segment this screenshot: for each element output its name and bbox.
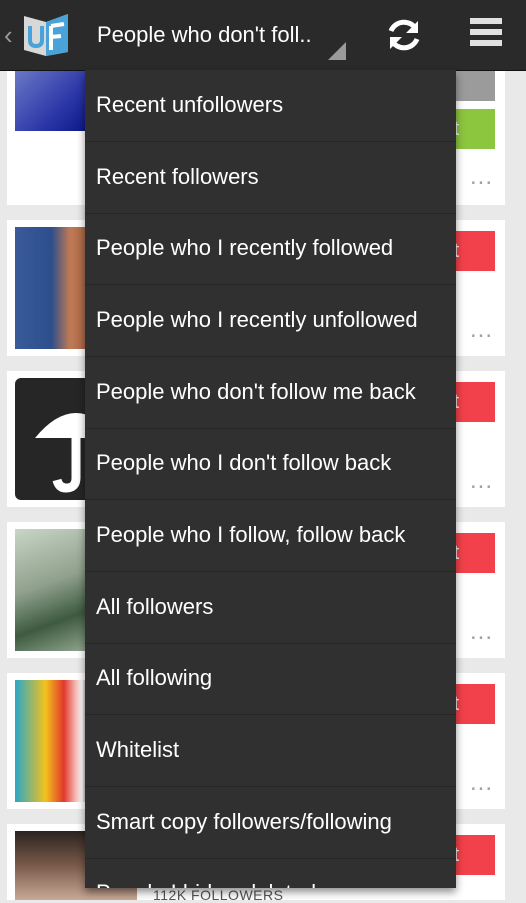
dropdown-item-label: People I hid or deleted [96, 880, 316, 888]
dropdown-item-i-dont-follow-back[interactable]: People who I don't follow back [85, 428, 456, 500]
followers-count: 112K FOLLOWERS [153, 887, 284, 903]
dropdown-item-label: All followers [96, 594, 214, 619]
dropdown-item-label: Whitelist [96, 737, 180, 762]
list-filter-spinner[interactable]: People who don't foll.. [86, 0, 348, 70]
filter-dropdown: Recent unfollowers Recent followers Peop… [85, 70, 456, 888]
more-icon[interactable]: ... [470, 316, 493, 344]
dropdown-item-label: People who I recently unfollowed [96, 307, 418, 332]
dropdown-item-all-followers[interactable]: All followers [85, 572, 456, 644]
dropdown-item-label: Smart copy followers/following [96, 809, 392, 834]
dropdown-item-smart-copy[interactable]: Smart copy followers/following [85, 787, 456, 859]
dropdown-item-whitelist[interactable]: Whitelist [85, 715, 456, 787]
dropdown-item-recently-unfollowed[interactable]: People who I recently unfollowed [85, 285, 456, 357]
overflow-menu-icon[interactable] [470, 18, 502, 52]
refresh-icon[interactable] [384, 15, 424, 55]
action-bar: ‹ People who don't foll.. [0, 0, 526, 71]
dropdown-item-mutual[interactable]: People who I follow, follow back [85, 500, 456, 572]
dropdown-item-dont-follow-me-back[interactable]: People who don't follow me back [85, 357, 456, 429]
dropdown-item-label: People who I recently followed [96, 235, 394, 260]
dropdown-item-label: Recent unfollowers [96, 92, 284, 117]
dropdown-item-recently-followed[interactable]: People who I recently followed [85, 213, 456, 285]
dropdown-item-label: Recent followers [96, 164, 259, 189]
spinner-label: People who don't foll.. [97, 22, 312, 47]
spinner-triangle-icon [328, 42, 346, 60]
dropdown-item-recent-unfollowers[interactable]: Recent unfollowers [85, 70, 456, 142]
more-icon[interactable]: ... [470, 163, 493, 191]
more-icon[interactable]: ... [470, 769, 493, 797]
dropdown-item-hidden[interactable]: People I hid or deleted [85, 858, 456, 888]
more-icon[interactable]: ... [470, 618, 493, 646]
app-logo[interactable] [18, 12, 74, 58]
more-icon[interactable]: ... [470, 467, 493, 495]
dropdown-item-label: People who don't follow me back [96, 379, 416, 404]
dropdown-item-label: People who I follow, follow back [96, 522, 406, 547]
up-caret-icon[interactable]: ‹ [4, 22, 13, 48]
dropdown-item-label: People who I don't follow back [96, 450, 392, 475]
dropdown-item-recent-followers[interactable]: Recent followers [85, 142, 456, 214]
dropdown-item-all-following[interactable]: All following [85, 643, 456, 715]
dropdown-item-label: All following [96, 665, 213, 690]
